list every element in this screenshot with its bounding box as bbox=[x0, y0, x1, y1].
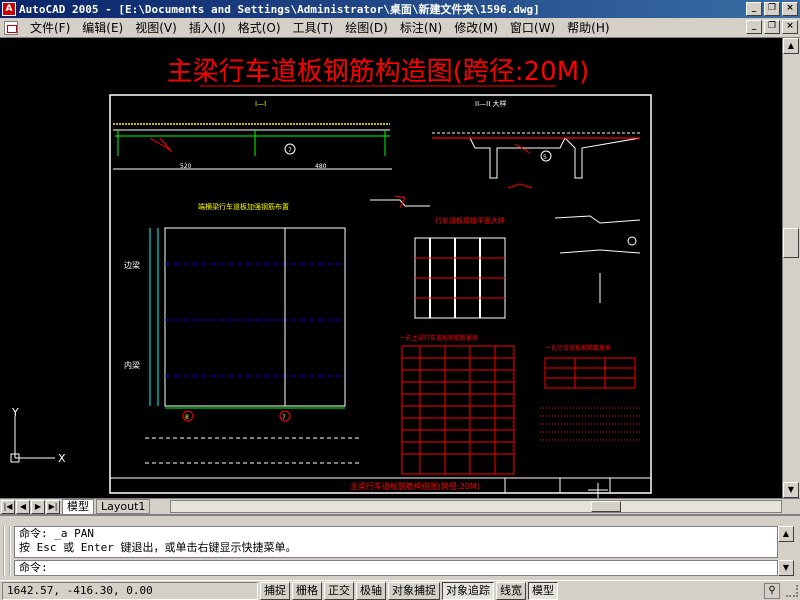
menu-window[interactable]: 窗口(W) bbox=[504, 19, 561, 36]
status-bar: 1642.57, -416.30, 0.00 捕捉 栅格 正交 极轴 对象捕捉 … bbox=[0, 580, 800, 600]
doc-close-button[interactable]: × bbox=[782, 20, 798, 34]
menu-edit[interactable]: 编辑(E) bbox=[76, 19, 129, 36]
command-history: 命令: _a PAN 按 Esc 或 Enter 键退出，或单击右键显示快捷菜单… bbox=[14, 526, 778, 558]
minimize-button[interactable]: _ bbox=[746, 2, 762, 16]
doc-minimize-button[interactable]: _ bbox=[746, 20, 762, 34]
table-2-label: 一孔行车道板钢筋数量表 bbox=[545, 344, 611, 352]
menu-tools[interactable]: 工具(T) bbox=[287, 19, 340, 36]
close-button[interactable]: × bbox=[782, 2, 798, 16]
command-window: 命令: _a PAN 按 Esc 或 Enter 键退出，或单击右键显示快捷菜单… bbox=[0, 514, 800, 578]
menu-bar: 文件(F) 编辑(E) 视图(V) 插入(I) 格式(O) 工具(T) 绘图(D… bbox=[0, 18, 800, 38]
command-line-1: 命令: _a PAN bbox=[19, 527, 94, 540]
coordinate-display: 1642.57, -416.30, 0.00 bbox=[2, 581, 258, 600]
ucs-x-label: X bbox=[58, 452, 66, 465]
window-title: AutoCAD 2005 - [E:\Documents and Setting… bbox=[19, 3, 540, 16]
scroll-down-button[interactable]: ▼ bbox=[783, 482, 799, 498]
toggle-lineweight[interactable]: 线宽 bbox=[496, 581, 526, 600]
label-inner-beam: 内梁 bbox=[124, 360, 140, 370]
doc-restore-button[interactable]: ❐ bbox=[764, 20, 780, 34]
drawing-title: 主梁行车道板钢筋构造图(跨径:20M) bbox=[167, 57, 590, 87]
toggle-osnap[interactable]: 对象捕捉 bbox=[388, 581, 440, 600]
label-edge-beam: 边梁 bbox=[124, 260, 140, 270]
command-scroll-down[interactable]: ▼ bbox=[778, 560, 794, 576]
ucs-icon: Y X bbox=[10, 406, 66, 465]
tab-first-button[interactable]: |◀ bbox=[1, 499, 15, 514]
menu-draw[interactable]: 绘图(D) bbox=[339, 19, 394, 36]
dim-520: 520 bbox=[180, 163, 192, 170]
ucs-y-label: Y bbox=[11, 406, 19, 419]
menu-format[interactable]: 格式(O) bbox=[232, 19, 287, 36]
plan-label: 端横梁行车道板加强钢筋布置 bbox=[198, 202, 289, 211]
title-bar: A AutoCAD 2005 - [E:\Documents and Setti… bbox=[0, 0, 800, 18]
document-icon[interactable] bbox=[4, 20, 18, 35]
section-i-label: I—I bbox=[255, 100, 266, 108]
marker-8: 8 bbox=[185, 414, 189, 421]
tab-model[interactable]: 模型 bbox=[62, 499, 94, 514]
marker-5: 5 bbox=[543, 154, 547, 161]
marker-7-top: 7 bbox=[288, 147, 292, 154]
toggle-model[interactable]: 模型 bbox=[528, 581, 558, 600]
marker-7: 7 bbox=[282, 414, 286, 421]
drawing-svg: 主梁行车道板钢筋构造图(跨径:20M) I—I 520 480 7 II—II … bbox=[10, 57, 652, 498]
table-1-label: 一孔主梁行车道板钢筋数量表 bbox=[400, 334, 478, 342]
toggle-snap[interactable]: 捕捉 bbox=[260, 581, 290, 600]
command-input[interactable]: 命令: bbox=[14, 560, 778, 576]
dim-480: 480 bbox=[315, 163, 327, 170]
horizontal-scrollbar[interactable] bbox=[170, 500, 782, 513]
command-scroll-up[interactable]: ▲ bbox=[778, 526, 794, 542]
autocad-logo-icon[interactable]: A bbox=[2, 2, 16, 16]
menu-dimension[interactable]: 标注(N) bbox=[394, 19, 448, 36]
restore-button[interactable]: ❐ bbox=[764, 2, 780, 16]
tab-prev-button[interactable]: ◀ bbox=[16, 499, 30, 514]
menu-insert[interactable]: 插入(I) bbox=[183, 19, 232, 36]
command-scrollbar[interactable]: ▲ ▼ bbox=[778, 526, 794, 576]
sheet-border bbox=[109, 94, 652, 494]
joint-plan: 行车道板接缝平面大样 bbox=[414, 216, 506, 319]
scroll-up-button[interactable]: ▲ bbox=[783, 38, 799, 54]
tab-last-button[interactable]: ▶| bbox=[46, 499, 60, 514]
rebar-layout-plan: 端横梁行车道板加强钢筋布置 边梁 内梁 8 7 bbox=[124, 202, 360, 464]
rebar-table-2: 一孔行车道板钢筋数量表 bbox=[544, 344, 636, 389]
vertical-scroll-thumb[interactable] bbox=[783, 228, 799, 258]
resize-grip[interactable] bbox=[786, 585, 798, 597]
menu-file[interactable]: 文件(F) bbox=[24, 19, 76, 36]
section-ii-ii: II—II 大样 5 bbox=[432, 99, 641, 179]
menu-view[interactable]: 视图(V) bbox=[129, 19, 183, 36]
command-line-2: 按 Esc 或 Enter 键退出，或单击右键显示快捷菜单。 bbox=[19, 541, 297, 554]
menu-modify[interactable]: 修改(M) bbox=[448, 19, 504, 36]
tab-next-button[interactable]: ▶ bbox=[31, 499, 45, 514]
horizontal-scroll-thumb[interactable] bbox=[591, 501, 621, 512]
toggle-ortho[interactable]: 正交 bbox=[324, 581, 354, 600]
tab-layout1[interactable]: Layout1 bbox=[96, 499, 151, 514]
toggle-grid[interactable]: 栅格 bbox=[292, 581, 322, 600]
section-ii-label: II—II 大样 bbox=[475, 99, 506, 108]
toggle-polar[interactable]: 极轴 bbox=[356, 581, 386, 600]
communication-center-icon[interactable]: ⚲ bbox=[764, 583, 780, 599]
menu-help[interactable]: 帮助(H) bbox=[561, 19, 615, 36]
drawing-canvas[interactable]: 主梁行车道板钢筋构造图(跨径:20M) I—I 520 480 7 II—II … bbox=[0, 38, 782, 498]
command-window-grip[interactable] bbox=[3, 526, 11, 576]
rebar-table-1: 一孔主梁行车道板钢筋数量表 bbox=[400, 334, 515, 475]
joint-plan-label: 行车道板接缝平面大样 bbox=[435, 216, 505, 225]
title-block-text: 主梁行车道板钢筋构造图(跨径:20M) bbox=[350, 481, 480, 491]
section-i-i: I—I 520 480 7 bbox=[113, 100, 392, 170]
toggle-otrack[interactable]: 对象追踪 bbox=[442, 581, 494, 600]
vertical-scrollbar[interactable]: ▲ ▼ bbox=[782, 38, 800, 498]
